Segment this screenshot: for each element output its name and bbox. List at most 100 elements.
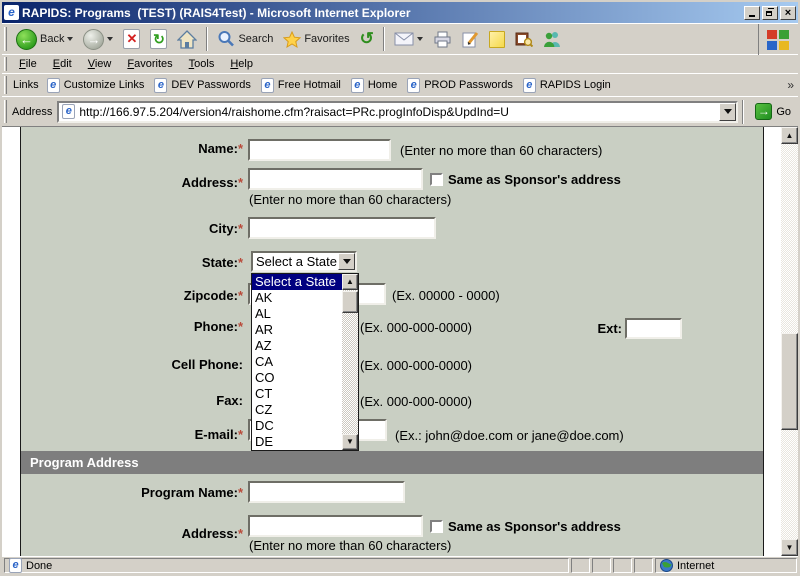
address-label: Address — [11, 106, 57, 118]
scroll-up-button[interactable]: ▲ — [781, 127, 798, 144]
discuss-button[interactable] — [484, 26, 510, 53]
menu-edit[interactable]: Edit — [45, 56, 80, 72]
forward-dropdown-icon — [107, 37, 113, 41]
link-dev-passwords[interactable]: eDEV Passwords — [152, 78, 258, 93]
ie-page-icon: e — [523, 78, 536, 93]
favorites-star-icon — [283, 31, 301, 48]
page-scrollbar[interactable]: ▲ ▼ — [781, 127, 798, 556]
ext-label: Ext: — [541, 321, 622, 336]
history-button[interactable]: ↺ — [355, 26, 379, 53]
links-overflow-chevron[interactable]: » — [783, 78, 798, 92]
scroll-down-button[interactable]: ▼ — [342, 434, 358, 450]
state-option[interactable]: AZ — [252, 338, 342, 354]
messenger-button[interactable] — [538, 26, 567, 53]
same-as-sponsor-checkbox-2[interactable] — [430, 520, 443, 533]
program-address-input[interactable] — [248, 515, 423, 537]
back-button[interactable]: ← Back — [11, 26, 78, 53]
phone-label: Phone:* — [21, 319, 243, 334]
fax-hint: (Ex. 000-000-0000) — [360, 394, 472, 409]
address-label: Address:* — [21, 175, 243, 190]
standard-toolbar: ← Back → ✕ ↻ Search Favorites ↺ — [2, 23, 798, 54]
status-cell — [613, 558, 632, 573]
state-select[interactable]: Select a State — [251, 251, 357, 272]
linksbar-grab-handle[interactable] — [4, 76, 7, 94]
state-option[interactable]: AR — [252, 322, 342, 338]
state-option[interactable]: CT — [252, 386, 342, 402]
forward-button[interactable]: → — [78, 26, 118, 53]
menu-tools[interactable]: Tools — [181, 56, 223, 72]
link-free-hotmail[interactable]: eFree Hotmail — [259, 78, 349, 93]
research-book-icon — [515, 31, 533, 47]
menubar-grab-handle[interactable] — [4, 57, 7, 71]
messenger-icon — [543, 31, 562, 47]
security-zone-panel: Internet — [655, 558, 797, 573]
research-button[interactable] — [510, 26, 538, 53]
globe-icon — [660, 559, 673, 572]
chevron-down-icon — [343, 259, 351, 264]
state-list-scrollbar[interactable]: ▲ ▼ — [342, 274, 358, 450]
address-dropdown-button[interactable] — [719, 103, 736, 121]
state-option[interactable]: CZ — [252, 402, 342, 418]
toolbar-separator — [383, 27, 385, 51]
note-icon — [489, 31, 505, 48]
mail-button[interactable] — [389, 26, 428, 53]
state-option[interactable]: CO — [252, 370, 342, 386]
address-field[interactable]: e http://166.97.5.204/version4/raishome.… — [57, 101, 738, 123]
addressbar-grab-handle[interactable] — [4, 100, 7, 123]
link-prod-passwords[interactable]: ePROD Passwords — [405, 78, 521, 93]
menu-help[interactable]: Help — [222, 56, 261, 72]
favorites-button[interactable]: Favorites — [278, 26, 354, 53]
same-as-sponsor-checkbox[interactable] — [430, 173, 443, 186]
state-option[interactable]: DC — [252, 418, 342, 434]
close-button[interactable]: × — [780, 6, 796, 20]
close-icon: × — [785, 8, 791, 18]
search-label: Search — [238, 33, 273, 45]
restore-button[interactable] — [762, 6, 778, 20]
toolbar-grab-handle[interactable] — [4, 27, 7, 51]
state-option-list: Select a StateAKALARAZCACOCTCZDCDE — [252, 274, 342, 450]
state-option[interactable]: AK — [252, 290, 342, 306]
state-option[interactable]: DE — [252, 434, 342, 450]
address-input[interactable] — [248, 168, 423, 190]
address-url[interactable]: http://166.97.5.204/version4/raishome.cf… — [79, 105, 715, 119]
edit-button[interactable] — [457, 26, 484, 53]
status-cell — [592, 558, 611, 573]
search-button[interactable]: Search — [212, 26, 278, 53]
state-option[interactable]: AL — [252, 306, 342, 322]
status-message-panel: e Done — [4, 558, 569, 573]
scrollbar-thumb[interactable] — [342, 291, 358, 313]
ie-page-icon: e — [9, 558, 22, 573]
menu-view[interactable]: View — [80, 56, 120, 72]
stop-button[interactable]: ✕ — [118, 26, 145, 53]
windows-logo-icon — [766, 28, 791, 51]
menu-file[interactable]: File — [11, 56, 45, 72]
link-customize-links[interactable]: eCustomize Links — [45, 78, 153, 93]
browser-viewport: Name:* (Enter no more than 60 characters… — [2, 126, 798, 556]
print-button[interactable] — [428, 26, 457, 53]
state-select-arrow-button[interactable] — [338, 253, 355, 270]
program-name-label: Program Name:* — [21, 485, 243, 500]
scroll-down-button[interactable]: ▼ — [781, 539, 798, 556]
city-input[interactable] — [248, 217, 436, 239]
scroll-up-button[interactable]: ▲ — [342, 274, 358, 290]
home-button[interactable] — [172, 26, 202, 53]
ie-page-icon: e — [154, 78, 167, 93]
state-label: State:* — [21, 255, 243, 270]
go-button[interactable]: → Go — [748, 103, 798, 120]
home-icon — [177, 30, 197, 49]
state-option[interactable]: CA — [252, 354, 342, 370]
refresh-button[interactable]: ↻ — [145, 26, 172, 53]
title-bar: e RAPIDS: Programs (TEST) (RAIS4Test) - … — [2, 2, 798, 23]
link-rapids-login[interactable]: eRAPIDS Login — [521, 78, 619, 93]
state-option[interactable]: Select a State — [252, 274, 342, 290]
scrollbar-thumb[interactable] — [781, 333, 798, 430]
same-as-sponsor-label-2: Same as Sponsor's address — [448, 519, 621, 534]
ext-input[interactable] — [625, 318, 682, 339]
name-input[interactable] — [248, 139, 391, 161]
menu-favorites[interactable]: Favorites — [119, 56, 180, 72]
program-address-section-header: Program Address — [21, 451, 763, 474]
link-home[interactable]: eHome — [349, 78, 405, 93]
minimize-button[interactable] — [744, 6, 760, 20]
refresh-icon: ↻ — [150, 29, 167, 49]
program-name-input[interactable] — [248, 481, 405, 503]
